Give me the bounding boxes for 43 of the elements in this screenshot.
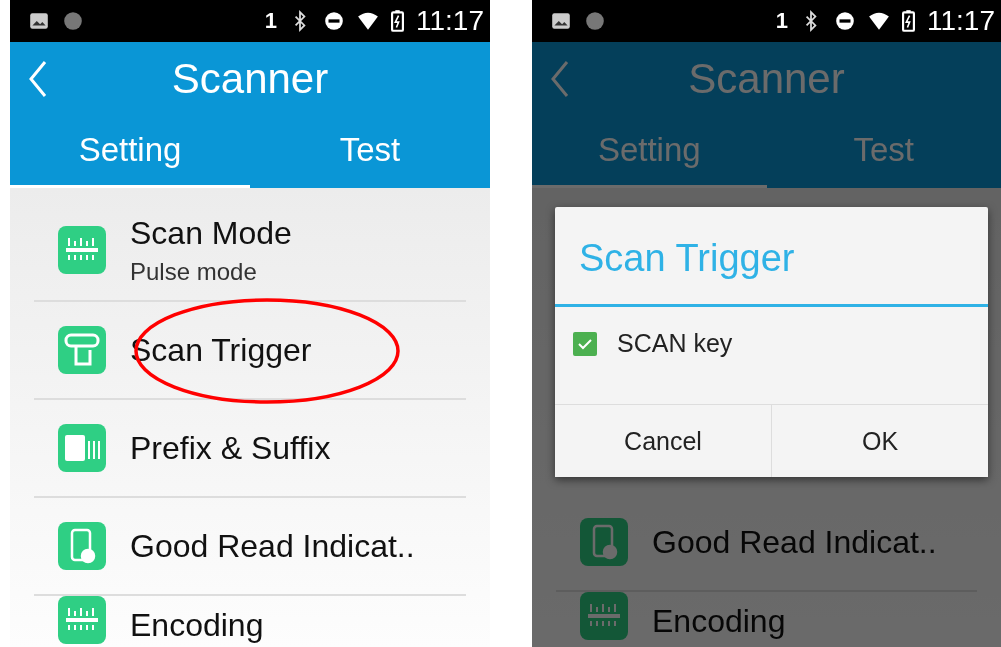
wifi-icon: [357, 10, 379, 32]
dialog-button[interactable]: OK: [772, 405, 988, 477]
device-icon: [580, 518, 628, 566]
back-icon[interactable]: [28, 58, 48, 99]
image-icon: [550, 10, 572, 32]
item-title: Encoding: [652, 603, 786, 640]
settings-item[interactable]: Scan Mode Pulse mode: [34, 200, 466, 302]
item-title: Encoding: [130, 607, 264, 644]
battery-icon: [902, 10, 915, 32]
clock-time: 11:17: [416, 5, 484, 37]
option-label: SCAN key: [617, 329, 733, 358]
item-title: Good Read Indicat..: [130, 527, 415, 565]
device-icon: [58, 522, 106, 570]
item-title: Scan Mode: [130, 214, 292, 252]
barcode-icon: [58, 596, 106, 644]
notification-count: 1: [264, 8, 277, 34]
dialog-title: Scan Trigger: [555, 207, 988, 307]
settings-item[interactable]: Good Read Indicat..: [34, 498, 466, 596]
barcode-icon: [580, 592, 628, 640]
do-not-disturb-icon: [834, 10, 856, 32]
image-icon: [28, 10, 50, 32]
settings-item[interactable]: Encoding: [556, 592, 977, 640]
dialog-button[interactable]: Cancel: [555, 405, 772, 477]
circle-icon: [584, 10, 606, 32]
battery-icon: [391, 10, 404, 32]
item-title: Good Read Indicat..: [652, 523, 937, 561]
barcode-icon: [58, 226, 106, 274]
wifi-icon: [868, 10, 890, 32]
settings-item[interactable]: Prefix & Suffix: [34, 400, 466, 498]
clock-time: 11:17: [927, 5, 995, 37]
settings-item[interactable]: Encoding: [34, 596, 466, 644]
screen-title: Scanner: [170, 54, 330, 103]
back-icon[interactable]: [550, 58, 570, 99]
item-summary: Pulse mode: [130, 257, 258, 286]
settings-item[interactable]: Good Read Indicat..: [556, 494, 977, 592]
notification-count: 1: [775, 8, 788, 34]
hand-icon: [58, 326, 106, 374]
screen-title: Scanner: [687, 54, 846, 103]
checkbox[interactable]: [573, 331, 597, 356]
do-not-disturb-icon: [323, 10, 345, 32]
circle-icon: [62, 10, 84, 32]
letter-icon: [58, 424, 106, 472]
item-title: Prefix & Suffix: [130, 429, 331, 467]
